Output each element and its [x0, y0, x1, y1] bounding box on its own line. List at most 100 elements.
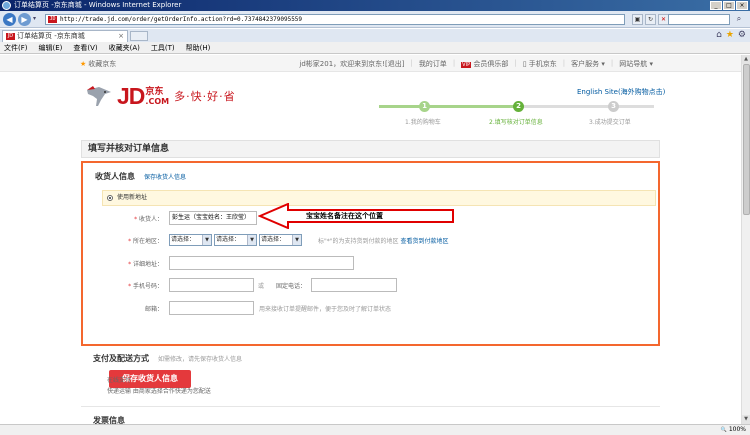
region-label: * 所在地区：	[128, 238, 163, 245]
district-select[interactable]: 请选择： ▼	[259, 234, 302, 246]
step-1-label: 1.我的购物车	[405, 119, 441, 126]
minimize-button[interactable]: _	[710, 1, 722, 10]
ie-icon	[2, 1, 11, 10]
english-site-link[interactable]: English Site(海外购物点击)	[577, 87, 665, 97]
shipping-method: 快递运输 由商家选择合作快递为您配送	[107, 388, 211, 395]
menu-file[interactable]: 文件(F)	[4, 43, 28, 53]
menu-help[interactable]: 帮助(H)	[186, 43, 211, 53]
district-select-value: 请选择：	[261, 236, 286, 243]
maximize-button[interactable]: □	[723, 1, 735, 10]
address-url: http://trade.jd.com/order/getOrderInfo.a…	[60, 16, 303, 23]
consignee-input[interactable]: 彭生运（宝宝姓名：王欣莹）	[169, 211, 257, 225]
greeting-text[interactable]: jd彬家201，欢迎来到京东![退出]	[299, 59, 404, 69]
mobile-input[interactable]	[169, 278, 254, 292]
payment-method: 在线支付	[107, 377, 132, 384]
annotation-text: 宝宝姓名备注在这个位置	[306, 212, 383, 220]
zoom-level[interactable]: 100%	[721, 426, 746, 433]
region-label-text: 所在地区：	[132, 238, 163, 245]
logo-jd: JD	[117, 82, 145, 109]
checkout-steps: 1 2 3 1.我的购物车 2.填写核对订单信息 3.成功提交订单	[379, 98, 654, 128]
site-nav-link[interactable]: 网站导航 ▾	[619, 59, 653, 69]
back-icon[interactable]: ◀	[3, 13, 16, 26]
phone-label: 固定电话：	[276, 283, 307, 290]
compat-icon[interactable]: ▣	[632, 14, 643, 25]
menu-bar: 文件(F) 编辑(E) 查看(V) 收藏夹(A) 工具(T) 帮助(H)	[0, 42, 750, 54]
invoice-heading: 发票信息	[93, 416, 125, 424]
jd-logo[interactable]: JD 京东 .COM 多·快·好·省	[85, 81, 236, 111]
province-select[interactable]: 请选择： ▼	[169, 234, 212, 246]
city-select[interactable]: 请选择： ▼	[214, 234, 257, 246]
step-2-label: 2.填写核对订单信息	[489, 119, 543, 126]
step-1-circle: 1	[419, 101, 430, 112]
chevron-down-icon: ▼	[292, 235, 301, 245]
site-nav-label: 网站导航	[619, 60, 648, 68]
tab-close-icon[interactable]: ×	[118, 31, 124, 42]
logo-cn: 京东	[145, 86, 164, 97]
home-icon[interactable]: ⌂	[716, 30, 722, 40]
step-line-1	[379, 105, 519, 108]
customer-service-label: 客户服务	[571, 60, 600, 68]
vip-badge: VIP	[461, 62, 472, 68]
status-bar: 100%	[0, 424, 750, 435]
new-tab-button[interactable]	[130, 31, 148, 41]
window-title: 订单结算页 -京东商城 - Windows Internet Explorer	[14, 1, 182, 9]
menu-favorites[interactable]: 收藏夹(A)	[109, 43, 140, 53]
window-title-bar: 订单结算页 -京东商城 - Windows Internet Explorer …	[0, 0, 750, 11]
site-top-nav: 收藏京东 jd彬家201，欢迎来到京东![退出] | 我的订单 | VIP 会员…	[0, 55, 741, 72]
scroll-up-icon[interactable]: ▲	[742, 55, 750, 64]
divider: |	[410, 59, 413, 67]
favorites-icon[interactable]: ★	[726, 30, 734, 40]
tab-favicon-icon: JD	[6, 33, 15, 40]
email-input[interactable]	[169, 301, 254, 315]
tab-active[interactable]: JD 订单结算页 -京东商城 ×	[2, 30, 128, 42]
history-dropdown-icon[interactable]: ▾	[33, 15, 36, 22]
mobile-label: * 手机号码：	[128, 283, 163, 290]
address-actions: ▣ ↻ ✕	[632, 14, 669, 25]
menu-edit[interactable]: 编辑(E)	[39, 43, 63, 53]
scroll-down-icon[interactable]: ▼	[742, 415, 750, 424]
cod-region-link[interactable]: 查看货到付款地区	[400, 238, 448, 245]
toolbar-icons: ⌂ ★ ⚙	[716, 30, 746, 40]
mobile-label-text: 手机号码：	[132, 283, 163, 290]
email-label: 邮箱：	[144, 306, 163, 313]
section-divider	[81, 406, 660, 407]
step-3-label: 3.成功提交订单	[589, 119, 631, 126]
detail-address-input[interactable]	[169, 256, 354, 270]
divider: |	[452, 59, 456, 67]
mobile-jd-link[interactable]: ▯ 手机京东	[523, 59, 557, 69]
address-toolbar: ◀ ▶ ▾ JD http://trade.jd.com/order/getOr…	[0, 11, 750, 28]
tab-label: 订单结算页 -京东商城	[17, 32, 85, 40]
member-club-link[interactable]: VIP 会员俱乐部	[461, 59, 508, 69]
menu-view[interactable]: 查看(V)	[73, 43, 97, 53]
forward-icon[interactable]: ▶	[18, 13, 31, 26]
divider: |	[514, 59, 517, 67]
save-consignee-link[interactable]: 保存收货人信息	[144, 172, 186, 181]
customer-service-link[interactable]: 客户服务 ▾	[571, 59, 605, 69]
address-input[interactable]: JD http://trade.jd.com/order/getOrderInf…	[45, 14, 625, 25]
phone-icon: ▯	[522, 60, 527, 68]
search-icon[interactable]: ⌕	[732, 14, 746, 25]
favorite-jd-link[interactable]: 收藏京东	[80, 59, 116, 69]
divider: |	[610, 59, 614, 67]
site-favicon-icon: JD	[48, 16, 57, 23]
top-nav-links: jd彬家201，欢迎来到京东![退出] | 我的订单 | VIP 会员俱乐部 |…	[299, 59, 653, 69]
phone-input[interactable]	[311, 278, 397, 292]
window-controls: _ □ ×	[710, 1, 748, 10]
menu-tools[interactable]: 工具(T)	[151, 43, 175, 53]
scroll-thumb[interactable]	[743, 64, 750, 215]
close-button[interactable]: ×	[736, 1, 748, 10]
use-new-address-radio[interactable]	[107, 195, 113, 201]
region-tip: 标"*"的为支持货到付款的地区 查看货到付款地区	[318, 236, 448, 245]
search-input[interactable]	[668, 14, 730, 25]
logo-com: .COM	[145, 96, 170, 106]
detail-address-label: * 详细地址：	[128, 261, 163, 268]
page-title: 填写并核对订单信息	[81, 140, 660, 158]
vertical-scrollbar[interactable]: ▲ ▼	[741, 55, 750, 424]
tools-icon[interactable]: ⚙	[738, 30, 746, 40]
my-orders-link[interactable]: 我的订单	[419, 59, 447, 69]
step-2-circle: 2	[513, 101, 524, 112]
refresh-icon[interactable]: ↻	[645, 14, 656, 25]
logo-sub: 京东 .COM	[145, 87, 169, 106]
payment-heading-tip: 如需修改，请先保存收货人信息	[158, 356, 243, 363]
jd-dog-logo-icon	[87, 86, 111, 106]
